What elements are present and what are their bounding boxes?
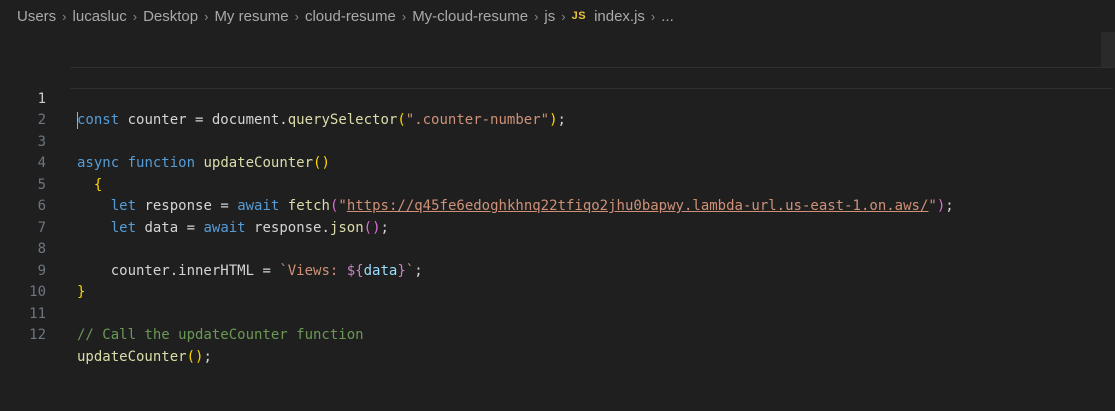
code-line[interactable]: 10: [0, 261, 1115, 300]
code-line[interactable]: 4 {: [0, 132, 1115, 193]
breadcrumb-item-users[interactable]: Users: [17, 8, 56, 25]
line-content: // Call the updateCounter function: [77, 327, 364, 343]
breadcrumb-item-js[interactable]: js: [544, 8, 555, 25]
line-content: updateCounter();: [77, 347, 212, 369]
breadcrumb-item-my-resume[interactable]: My resume: [214, 8, 288, 25]
code-line[interactable]: 9 }: [0, 239, 1115, 301]
chevron-right-icon: ›: [534, 8, 539, 24]
code-line[interactable]: 5 let response = await fetch("https://q4…: [0, 153, 1115, 215]
js-file-icon: JS: [571, 10, 587, 22]
code-line[interactable]: 2: [0, 89, 1115, 128]
breadcrumb: Users › lucasluc › Desktop › My resume ›…: [0, 0, 1115, 32]
code-editor[interactable]: 1 const counter = document.querySelector…: [0, 67, 1115, 411]
code-line[interactable]: 7: [0, 196, 1115, 236]
token-function: updateCounter: [77, 348, 187, 365]
line-number: 12: [29, 327, 46, 343]
breadcrumb-item-lucasluc[interactable]: lucasluc: [73, 8, 127, 25]
breadcrumb-item-my-cloud-resume[interactable]: My-cloud-resume: [412, 8, 528, 25]
code-line[interactable]: 11 // Call the updateCounter function: [0, 282, 1115, 344]
breadcrumb-item-desktop[interactable]: Desktop: [143, 8, 198, 25]
chevron-right-icon: ›: [204, 8, 209, 24]
code-line[interactable]: 1 const counter = document.querySelector…: [0, 67, 1115, 129]
chevron-right-icon: ›: [294, 8, 299, 24]
chevron-right-icon: ›: [401, 8, 407, 24]
breadcrumb-item-file[interactable]: index.js: [594, 8, 645, 25]
scrollbar[interactable]: [1101, 32, 1115, 68]
token-punctuation: ;: [203, 348, 212, 365]
code-line[interactable]: 6 let data = await response.json();: [0, 175, 1115, 236]
breadcrumb-symbols[interactable]: ...: [661, 8, 674, 25]
chevron-right-icon: ›: [650, 8, 656, 24]
code-line[interactable]: 3 async function updateCounter(): [0, 110, 1115, 172]
breadcrumb-item-cloud-resume[interactable]: cloud-resume: [305, 8, 396, 25]
code-line[interactable]: 8 counter.innerHTML = `Views: ${data}`;: [0, 218, 1115, 279]
token-bracket: (): [186, 348, 204, 365]
chevron-right-icon: ›: [62, 8, 67, 24]
code-line[interactable]: 12 updateCounter();: [0, 304, 1115, 365]
chevron-right-icon: ›: [561, 8, 566, 24]
chevron-right-icon: ›: [132, 8, 138, 24]
